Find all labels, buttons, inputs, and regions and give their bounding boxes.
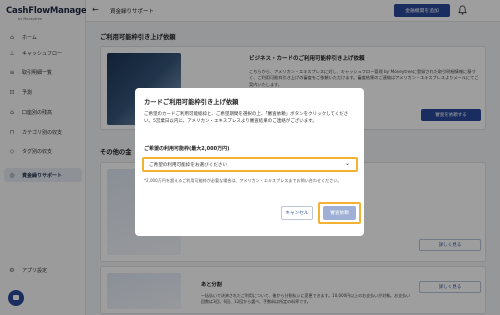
limit-select-placeholder: ご希望の利用可能枠をお選びください [149,162,228,168]
modal-description: ご希望のカードご利用可能総枠と、ご希望期間を選択の上、「審査依頼」ボタンをクリッ… [144,112,349,124]
cancel-button[interactable]: キャンセル [281,206,313,220]
submit-review-button[interactable]: 審査依頼 [323,206,356,220]
chevron-down-icon: ⌄ [344,160,350,167]
credit-limit-modal: カードご利用可能枠引き上げ依頼 ご希望のカードご利用可能総枠と、ご希望期間を選択… [135,88,364,236]
submit-highlight: 審査依頼 [318,202,361,224]
limit-note: *2,000万円を超えるご利用可能枠が必要な場合は、アメリカン・エキスプレスまで… [144,178,342,183]
limit-select[interactable]: ご希望の利用可能枠をお選びください ⌄ [142,157,358,172]
modal-title: カードご利用可能枠引き上げ依頼 [144,99,239,106]
limit-field-label: ご希望の利用可能枠(最大2,000万円) [144,146,230,152]
